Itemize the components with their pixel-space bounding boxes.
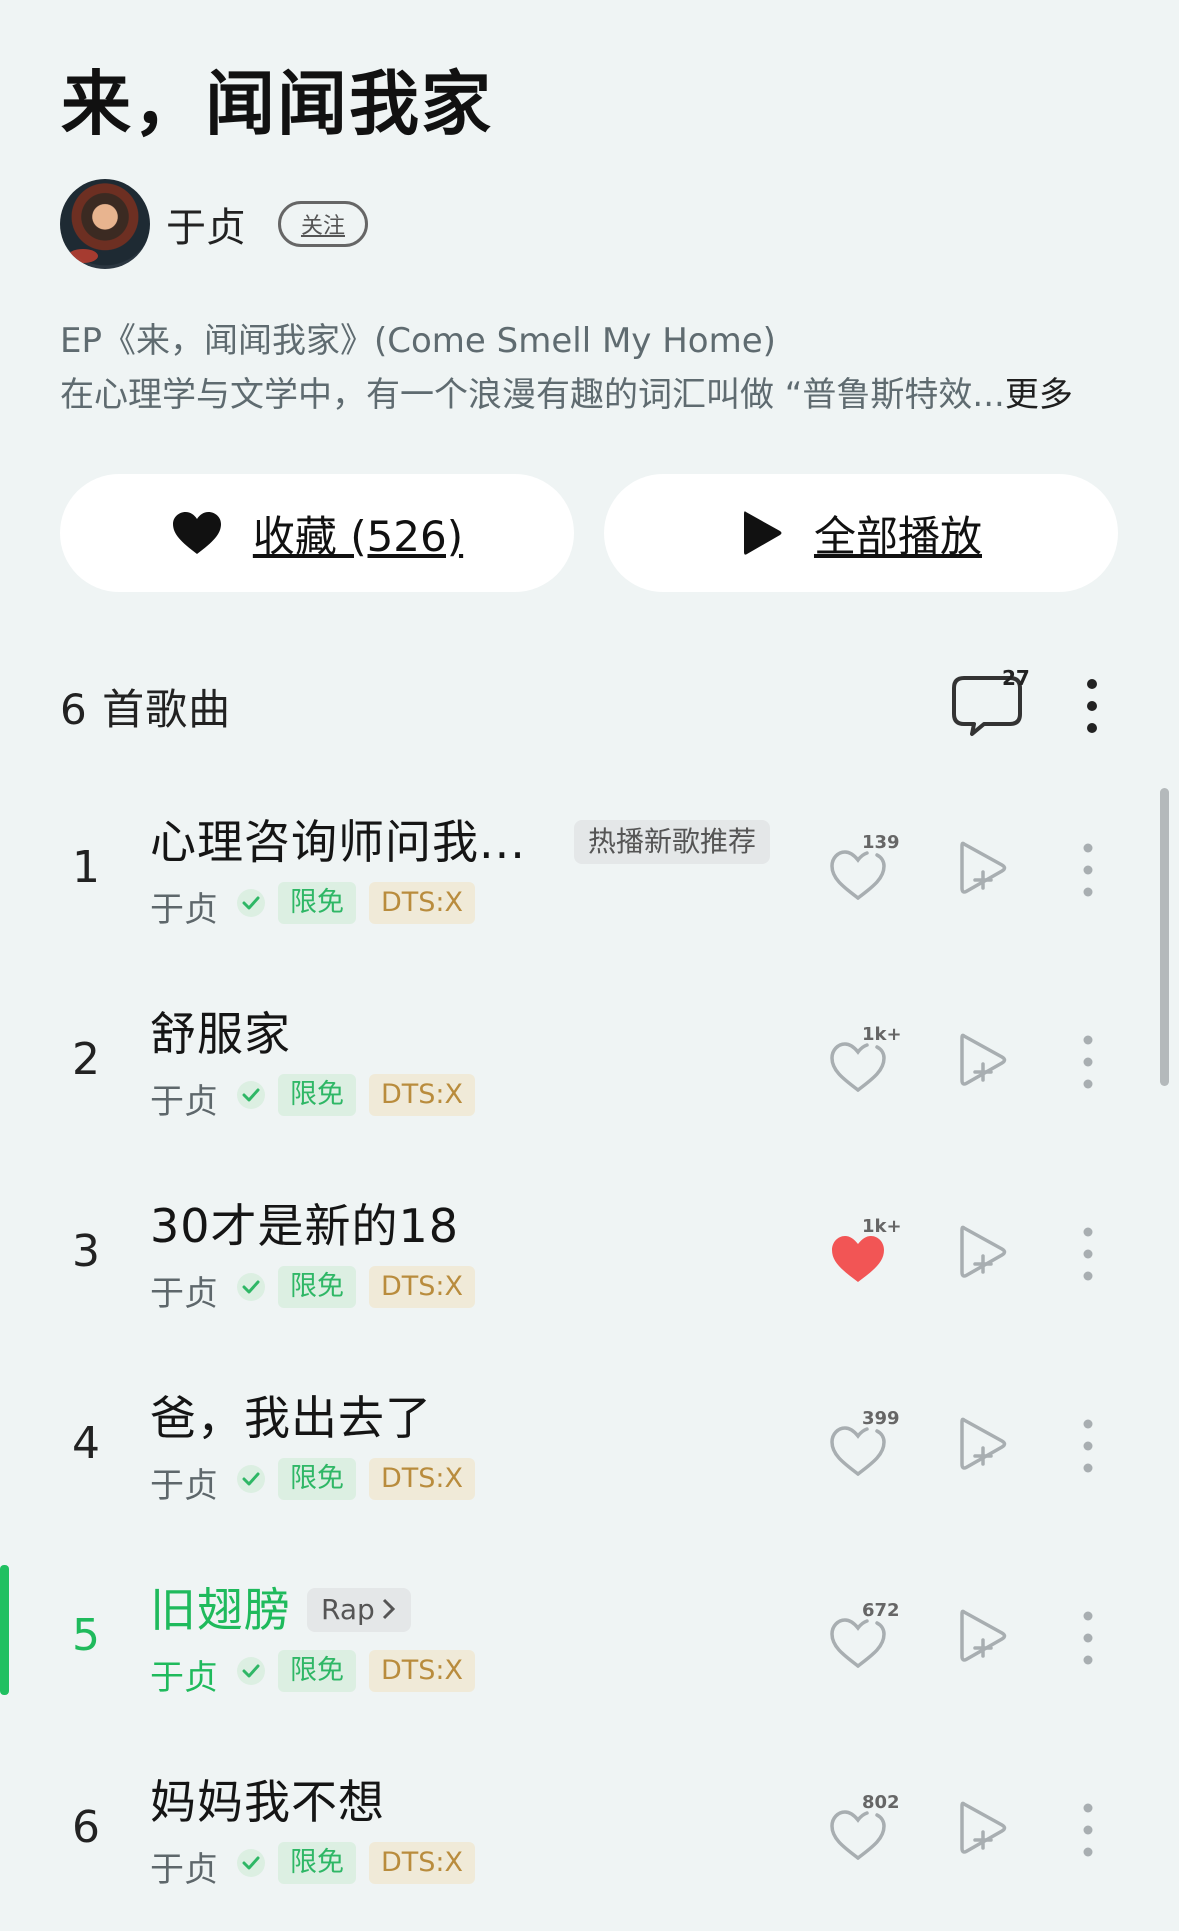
dts-badge: DTS:X: [369, 1842, 476, 1884]
song-title[interactable]: 心理咨询师问我...: [150, 806, 526, 872]
description-line-2: 在心理学与文学中，有一个浪漫有趣的词汇叫做 “普鲁斯特效...更多: [60, 368, 1073, 422]
song-tag-label: 热播新歌推荐: [588, 825, 757, 858]
verified-check-icon: [237, 1081, 265, 1109]
free-badge: 限免: [278, 1074, 356, 1116]
dts-badge: DTS:X: [369, 1458, 476, 1500]
artist-name[interactable]: 于贞: [166, 195, 246, 253]
collect-label: 收藏 (526): [252, 511, 464, 561]
free-badge: 限免: [278, 1458, 356, 1500]
verified-check-icon: [237, 889, 265, 917]
song-title[interactable]: 舒服家: [150, 998, 291, 1064]
song-artist[interactable]: 于贞: [150, 1458, 218, 1507]
description-line-1: EP《来，闻闻我家》(Come Smell My Home): [60, 321, 776, 361]
add-to-playlist-icon[interactable]: [958, 1414, 1012, 1474]
album-title: 来，闻闻我家: [61, 63, 493, 145]
song-row[interactable]: 6 妈妈我不想于贞 限免 DTS:X 802: [0, 1736, 1179, 1928]
collect-button[interactable]: 收藏 (526): [60, 474, 574, 592]
song-tag-badge[interactable]: Rap: [307, 1588, 411, 1632]
artist-row: 于贞 关注: [60, 178, 368, 270]
like-count: 802: [862, 1792, 900, 1813]
more-vertical-icon[interactable]: [1078, 1416, 1098, 1476]
song-title[interactable]: 旧翅膀: [150, 1574, 291, 1640]
free-badge: 限免: [278, 882, 356, 924]
song-row[interactable]: 1 心理咨询师问我... 热播新歌推荐于贞 限免 DTS:X 139: [0, 776, 1179, 968]
song-index: 6: [72, 1802, 100, 1853]
more-vertical-icon[interactable]: [1078, 1608, 1098, 1668]
song-title[interactable]: 30才是新的18: [150, 1190, 459, 1256]
more-vertical-icon[interactable]: [1078, 1224, 1098, 1284]
free-badge: 限免: [278, 1842, 356, 1884]
follow-button[interactable]: 关注: [278, 201, 368, 247]
like-count: 672: [862, 1600, 900, 1621]
song-count: 6 首歌曲: [60, 685, 232, 734]
verified-check-icon: [237, 1849, 265, 1877]
avatar[interactable]: [60, 179, 150, 269]
comment-count: 27: [1002, 666, 1030, 690]
more-vertical-icon[interactable]: [1082, 676, 1102, 736]
play-all-label: 全部播放: [813, 511, 982, 561]
play-icon: [743, 511, 782, 555]
song-index: 5: [72, 1610, 100, 1661]
more-vertical-icon[interactable]: [1078, 840, 1098, 900]
like-count: 1k+: [862, 1216, 902, 1237]
song-artist[interactable]: 于贞: [150, 1650, 218, 1699]
add-to-playlist-icon[interactable]: [958, 1030, 1012, 1090]
album-description[interactable]: EP《来，闻闻我家》(Come Smell My Home) 在心理学与文学中，…: [60, 314, 1073, 422]
like-count: 1k+: [862, 1024, 902, 1045]
like-count: 399: [862, 1408, 900, 1429]
verified-check-icon: [237, 1273, 265, 1301]
play-all-button[interactable]: 全部播放: [604, 474, 1118, 592]
song-row[interactable]: 5 旧翅膀 Rap 于贞 限免 DTS:X 672: [0, 1544, 1179, 1736]
like-count: 139: [862, 832, 900, 853]
song-index: 3: [72, 1226, 100, 1277]
dts-badge: DTS:X: [369, 1074, 476, 1116]
song-row[interactable]: 2 舒服家于贞 限免 DTS:X 1k+: [0, 968, 1179, 1160]
dts-badge: DTS:X: [369, 1266, 476, 1308]
chevron-right-icon: [382, 1598, 395, 1620]
song-row[interactable]: 4 爸，我出去了于贞 限免 DTS:X 399: [0, 1352, 1179, 1544]
verified-check-icon: [237, 1465, 265, 1493]
song-index: 2: [72, 1034, 100, 1085]
song-row[interactable]: 3 30才是新的18 于贞 限免 DTS:X 1k+: [0, 1160, 1179, 1352]
dts-badge: DTS:X: [369, 1650, 476, 1692]
more-vertical-icon[interactable]: [1078, 1032, 1098, 1092]
song-tag-label: Rap: [321, 1593, 375, 1626]
song-tag-badge[interactable]: 热播新歌推荐: [574, 820, 771, 864]
add-to-playlist-icon[interactable]: [958, 1606, 1012, 1666]
add-to-playlist-icon[interactable]: [958, 1222, 1012, 1282]
more-vertical-icon[interactable]: [1078, 1800, 1098, 1860]
list-header: 6 首歌曲 27: [60, 666, 1120, 736]
song-artist[interactable]: 于贞: [150, 1074, 218, 1123]
free-badge: 限免: [278, 1650, 356, 1692]
free-badge: 限免: [278, 1266, 356, 1308]
add-to-playlist-icon[interactable]: [958, 838, 1012, 898]
song-index: 1: [72, 842, 100, 893]
add-to-playlist-icon[interactable]: [958, 1798, 1012, 1858]
heart-icon: [172, 512, 221, 554]
song-title[interactable]: 妈妈我不想: [150, 1766, 385, 1832]
song-artist[interactable]: 于贞: [150, 1266, 218, 1315]
song-artist[interactable]: 于贞: [150, 882, 218, 931]
description-text: 在心理学与文学中，有一个浪漫有趣的词汇叫做 “普鲁斯特效...: [60, 375, 1005, 415]
more-link[interactable]: 更多: [1005, 375, 1073, 415]
song-artist[interactable]: 于贞: [150, 1842, 218, 1891]
song-title[interactable]: 爸，我出去了: [150, 1382, 432, 1448]
verified-check-icon: [237, 1657, 265, 1685]
song-index: 4: [72, 1418, 100, 1469]
dts-badge: DTS:X: [369, 882, 476, 924]
